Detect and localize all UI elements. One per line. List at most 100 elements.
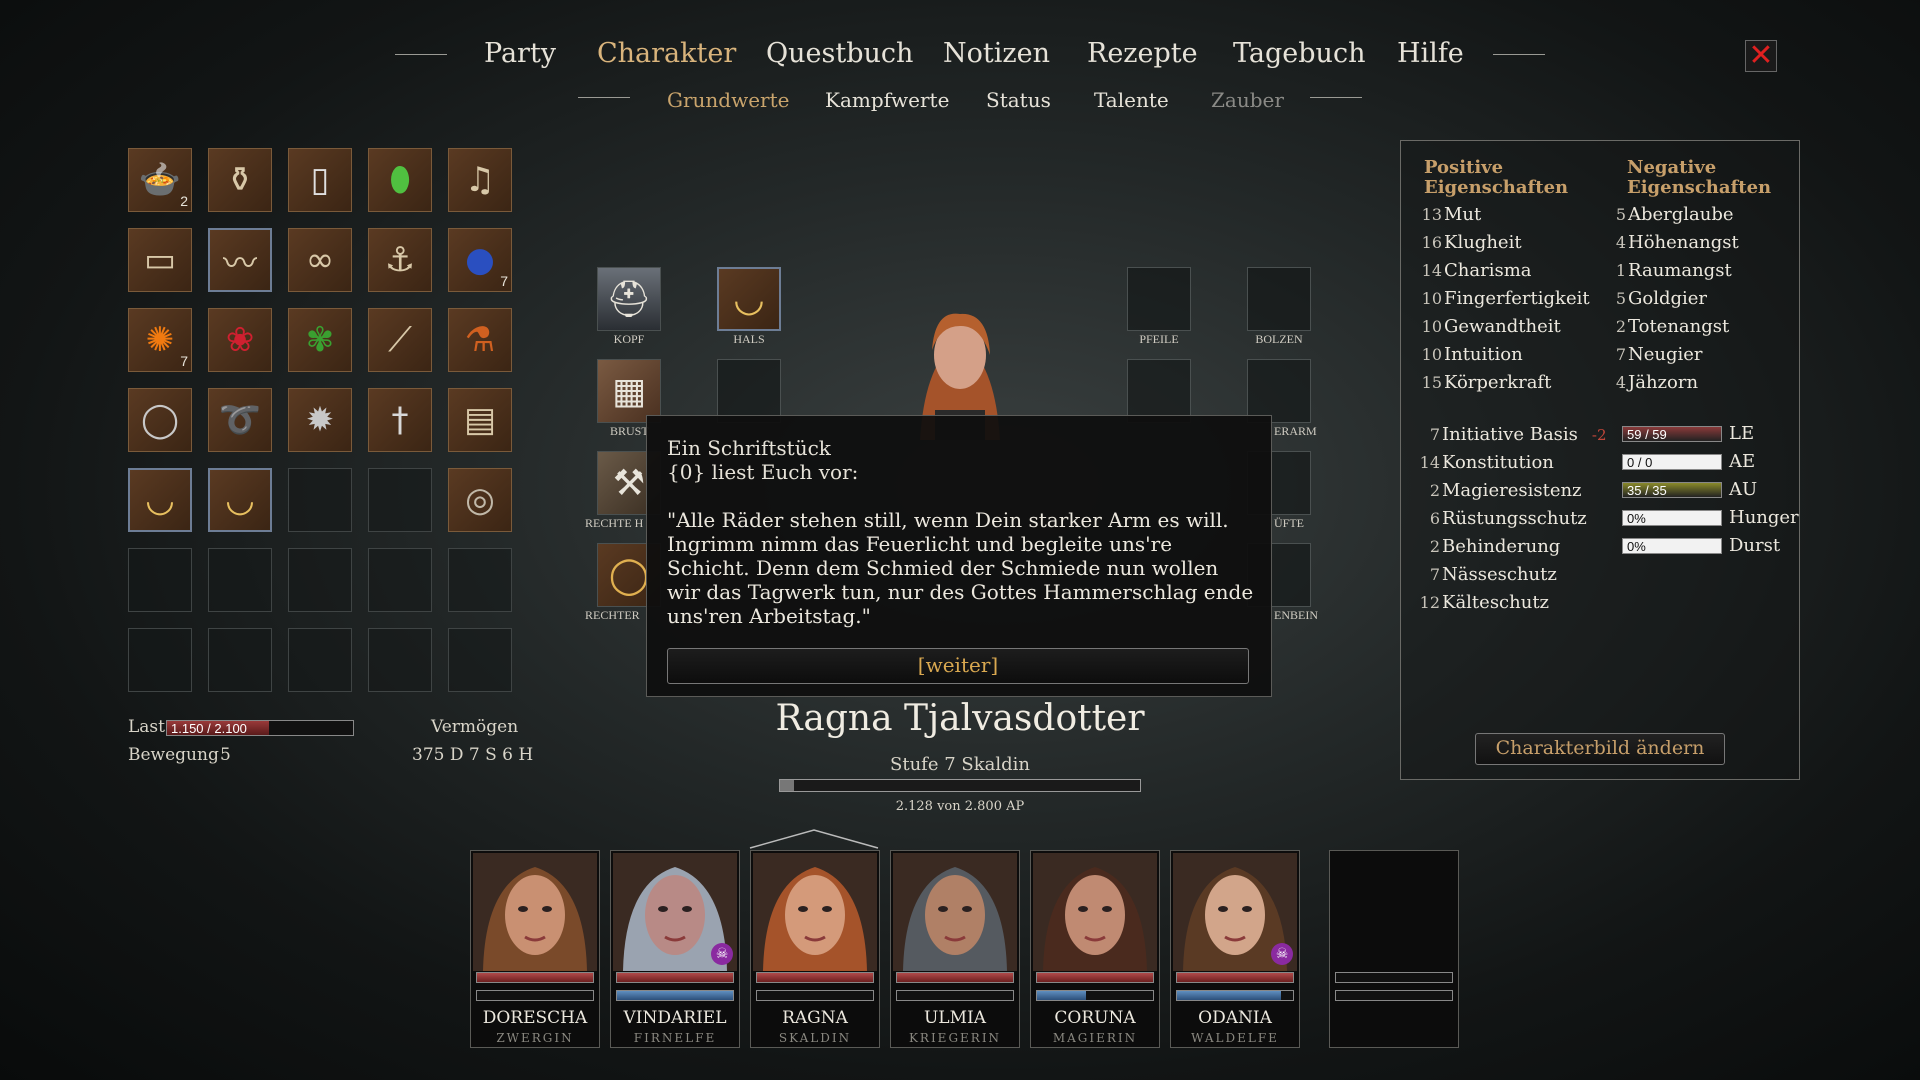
equip-slot-unterarm[interactable] [1247,359,1311,423]
party-member-card[interactable]: ULMIA KRIEGERIN [890,850,1020,1048]
attr-name: Intuition [1444,344,1523,365]
attr-value: 7 [1429,565,1440,584]
tab-zauber[interactable]: Zauber [1211,88,1284,112]
member-race: MAGIERIN [1052,1031,1138,1045]
hp-bar-fill [1177,973,1293,982]
inventory-slot[interactable]: ⚓ [368,228,432,292]
subnav-rule-right [1310,97,1362,98]
inventory-slot[interactable]: 🍲 2 [128,148,192,212]
equip-slot-bolzen[interactable] [1247,267,1311,331]
inventory-slot[interactable] [368,628,432,692]
tab-kampfwerte[interactable]: Kampfwerte [825,88,949,112]
item-count: 2 [180,193,188,209]
attr-name: Charisma [1444,260,1532,281]
hp-bar-fill [617,973,733,982]
inventory-slot[interactable] [368,468,432,532]
attr-name: Totenangst [1628,316,1730,337]
inventory-slot[interactable] [448,628,512,692]
tab-grundwerte[interactable]: Grundwerte [667,88,790,112]
inventory-slot[interactable]: ⬮ [368,148,432,212]
status-bar: 59 / 59 [1622,426,1722,442]
tab-notizen[interactable]: Notizen [943,38,1050,69]
inventory-slot[interactable]: ● 7 [448,228,512,292]
tab-rezepte[interactable]: Rezepte [1087,38,1198,69]
inventory-slot[interactable] [288,628,352,692]
inventory-slot[interactable] [368,548,432,612]
shackles-icon: ∞ [305,240,335,280]
inventory-slot[interactable]: ◎ [448,468,512,532]
inventory-slot[interactable]: ◡ [128,468,192,532]
change-portrait-button[interactable]: Charakterbild ändern [1475,733,1725,765]
equip-slot-hals[interactable]: ◡ [717,267,781,331]
tab-questbuch[interactable]: Questbuch [766,38,913,69]
tab-party[interactable]: Party [484,38,556,69]
mp-bar-fill [617,991,733,1000]
inventory-slot[interactable] [128,628,192,692]
inventory-slot[interactable] [288,468,352,532]
inventory-slot[interactable] [288,548,352,612]
inventory-slot[interactable]: ✹ [288,388,352,452]
inventory-slot[interactable]: ✾ [288,308,352,372]
attr-name: Mut [1444,204,1482,225]
inventory-slot[interactable]: ⟋ [368,308,432,372]
attr-value: 6 [1429,509,1440,528]
amulet-icon: ◡ [733,278,765,320]
party-member-card[interactable]: VINDARIEL FIRNELFE ☠ [610,850,740,1048]
inventory-slot[interactable]: ▯ [288,148,352,212]
inventory-slot[interactable]: ◡ [208,468,272,532]
positive-attr-row: 13 Mut [1420,204,1482,225]
tab-tagebuch[interactable]: Tagebuch [1233,38,1365,69]
inventory-slot[interactable]: † [368,388,432,452]
equip-slot-pfeile[interactable] [1127,267,1191,331]
amulet-icon: ◡ [225,480,255,520]
member-name: RAGNA [782,1008,848,1028]
inventory-slot[interactable]: ∞ [288,228,352,292]
equip-slot-kopf[interactable]: ⛑ [597,267,661,331]
party-slot-empty[interactable] [1329,850,1459,1048]
tab-charakter[interactable]: Charakter [597,38,736,69]
close-button[interactable]: ✕ [1745,40,1777,72]
inventory-slot[interactable]: ❀ [208,308,272,372]
tab-hilfe[interactable]: Hilfe [1397,38,1464,69]
scroll-icon: ▤ [463,400,497,440]
inventory-slot[interactable] [208,628,272,692]
status-bar-text: 59 / 59 [1627,427,1667,442]
inventory-slot[interactable]: ▭ [128,228,192,292]
member-race: KRIEGERIN [908,1031,1002,1045]
equip-slot-empty-2[interactable] [1127,359,1191,423]
inventory-slot[interactable] [128,548,192,612]
attr-value: 13 [1421,205,1442,224]
tab-talente[interactable]: Talente [1094,88,1169,112]
hp-bar [896,972,1014,983]
inventory-slot[interactable]: ⚗ [448,308,512,372]
hp-bar [616,972,734,983]
member-race: FIRNELFE [633,1031,717,1045]
equip-slot-brust[interactable]: ▦ [597,359,661,423]
attr-name: Rüstungsschutz [1442,508,1587,529]
party-member-card[interactable]: DORESCHA ZWERGIN [470,850,600,1048]
skull-icon: ☠ [1271,943,1293,965]
inventory-slot[interactable]: ✺ 7 [128,308,192,372]
party-member-card[interactable]: ODANIA WALDELFE ☠ [1170,850,1300,1048]
tab-status[interactable]: Status [986,88,1051,112]
derived-attr-row: 7 Initiative Basis -2 [1408,424,1607,445]
party-member-card[interactable]: RAGNA SKALDIN [750,850,880,1048]
weiter-button[interactable]: [weiter] [667,648,1249,684]
equip-slot-empty-1[interactable] [717,359,781,423]
inventory-slot[interactable]: 〰 [208,228,272,292]
party-member-card[interactable]: CORUNA MAGIERIN [1030,850,1160,1048]
inventory-slot[interactable]: ◯ [128,388,192,452]
member-name: VINDARIEL [623,1008,727,1028]
inventory-slot[interactable] [208,548,272,612]
attr-value: 10 [1421,317,1442,336]
mp-bar [1036,990,1154,1001]
empty-bar-1 [1335,972,1453,983]
inventory-slot[interactable]: ▤ [448,388,512,452]
equip-label-rechte-hand: RECHTE H [585,516,644,530]
inventory-slot[interactable]: ➰ [208,388,272,452]
inventory-slot[interactable]: ⚱ [208,148,272,212]
inventory-slot[interactable]: ♫ [448,148,512,212]
positive-attr-row: 10 Gewandtheit [1420,316,1561,337]
inventory-slot[interactable] [448,548,512,612]
mp-bar [476,990,594,1001]
